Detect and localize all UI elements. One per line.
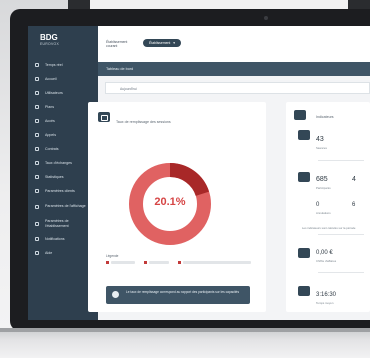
laptop-base [0, 328, 370, 358]
duration-value: 3:16:30 [316, 292, 337, 298]
participants-extra-value: 4 [352, 176, 356, 183]
date-filter-label: Aujourd'hui [120, 86, 137, 91]
indicators-title: Indicateurs [316, 115, 334, 119]
home-icon [35, 77, 39, 81]
cancellations-extra-value: 6 [352, 202, 356, 208]
revenue-icon [298, 248, 310, 258]
indicators-footnote: Les indicateurs sont calculés sur la pér… [302, 226, 356, 230]
sessions-icon [298, 130, 310, 140]
key-icon [35, 119, 39, 123]
establishment-label: Établissement courant [106, 40, 128, 48]
legend-item [106, 260, 135, 264]
chevron-down-icon: ▾ [173, 41, 175, 45]
exchange-icon [35, 161, 39, 165]
cancellations-caption: Annulations [316, 211, 331, 215]
indicators-card: Indicateurs 43 Séances 685 Participants … [286, 102, 370, 312]
document-icon [35, 147, 39, 151]
sidebar-item-temps-reel[interactable]: Temps réel [28, 58, 98, 72]
legend [106, 260, 256, 265]
legend-title: Légende [106, 254, 119, 258]
chart-icon [35, 175, 39, 179]
duration-caption: Temps moyen [316, 301, 334, 305]
users-icon [35, 91, 39, 95]
sessions-value: 43 [316, 136, 324, 143]
participants-value: 685 [316, 176, 328, 183]
webcam-icon [264, 16, 268, 20]
participants-icon [298, 172, 310, 182]
map-icon [35, 105, 39, 109]
info-note: Le taux de remplissage correspond au rap… [106, 286, 250, 304]
info-icon [112, 291, 119, 298]
clock-icon [35, 63, 39, 67]
revenue-value: 0,00 € [316, 250, 333, 256]
date-filter[interactable]: Aujourd'hui [105, 82, 370, 94]
fill-rate-card: Taux de remplissage des sessions 20.1% L… [88, 102, 266, 312]
help-icon [35, 251, 39, 255]
revenue-caption: Chiffre d'affaires [316, 259, 337, 263]
card-title: Taux de remplissage des sessions [116, 120, 171, 124]
indicators-icon [294, 110, 306, 120]
app-logo[interactable]: BDG EUROVOX [40, 34, 72, 52]
building-icon [35, 221, 39, 226]
phone-icon [35, 133, 39, 137]
fill-rate-value: 20.1% [154, 196, 186, 208]
participants-caption: Participants [316, 186, 331, 190]
page-title-bar: Tableau de bord [98, 62, 370, 76]
page-title: Tableau de bord [106, 66, 134, 71]
display-icon [35, 204, 39, 209]
sidebar-item-utilisateurs[interactable]: Utilisateurs [28, 86, 98, 100]
sessions-caption: Séances [316, 146, 327, 150]
legend-item [144, 260, 169, 264]
sidebar-item-accueil[interactable]: Accueil [28, 72, 98, 86]
establishment-select[interactable]: Établissement ▾ [143, 39, 181, 47]
card-icon [98, 112, 110, 122]
bell-icon [35, 237, 39, 241]
top-bar: Établissement courant Établissement ▾ [98, 26, 370, 62]
cancellations-value: 0 [316, 202, 320, 208]
legend-item [178, 260, 251, 264]
settings-icon [35, 189, 39, 193]
duration-icon [298, 286, 310, 296]
